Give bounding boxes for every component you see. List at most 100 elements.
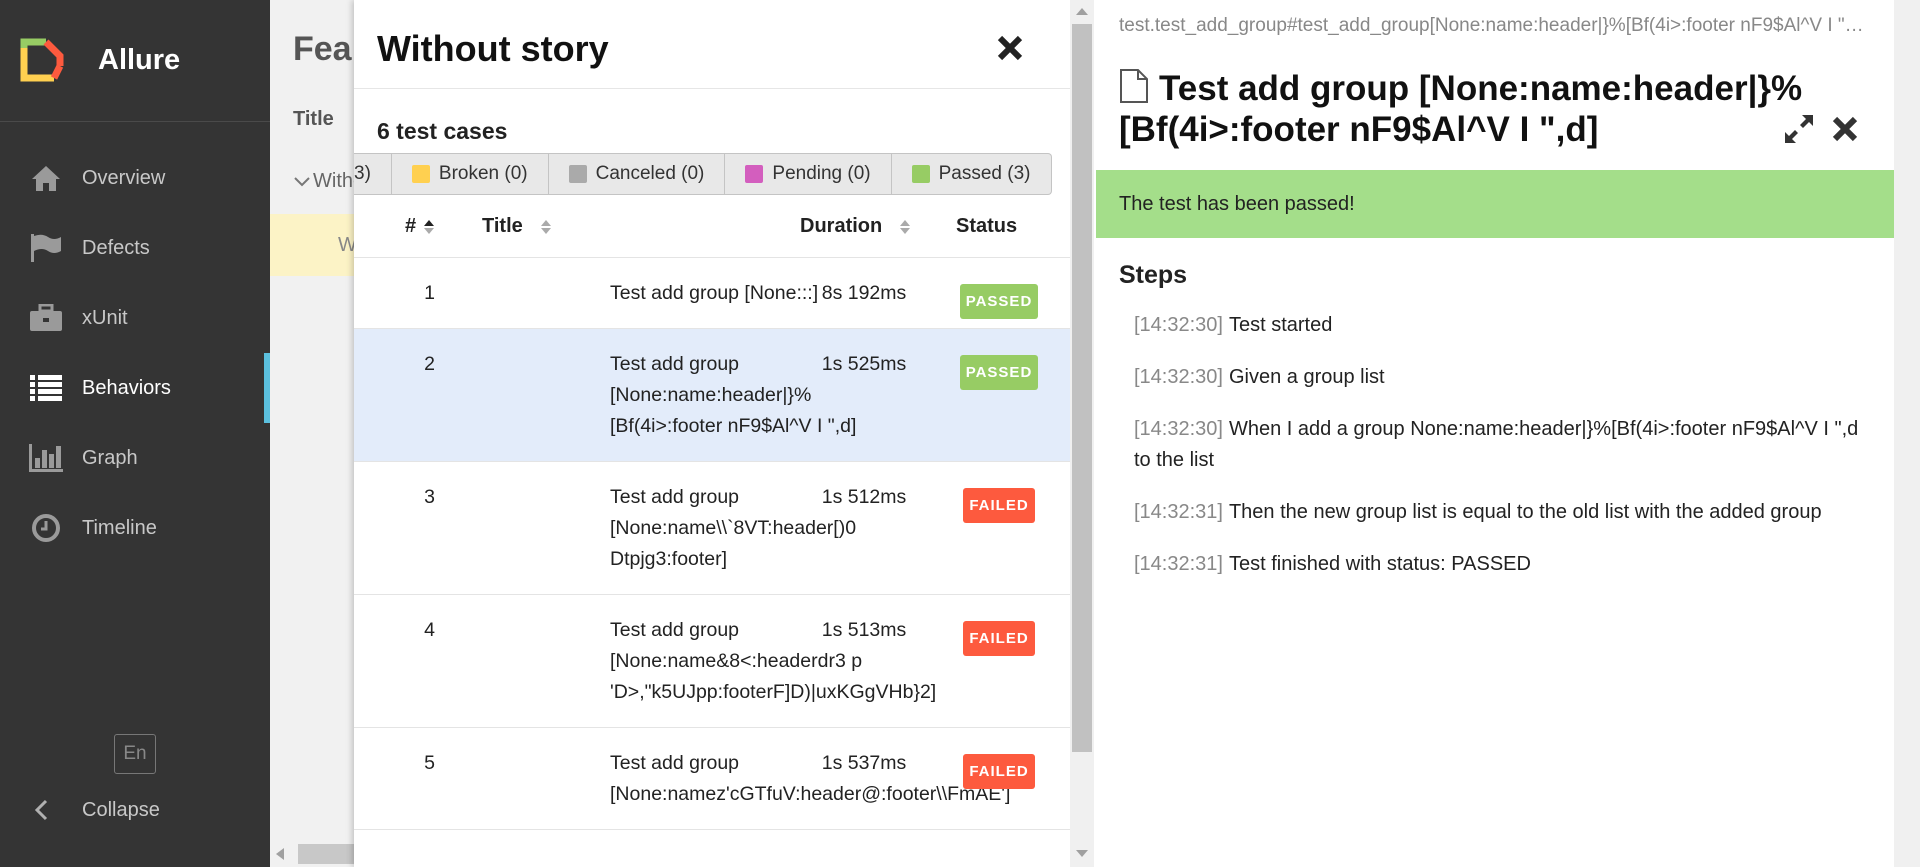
- close-pane-button[interactable]: [992, 30, 1028, 66]
- step-item: [14:32:31] Test finished with status: PAS…: [1134, 549, 1874, 580]
- step-item: [14:32:31] Then the new group list is equ…: [1134, 497, 1874, 528]
- row-duration: 1s 537ms: [821, 752, 907, 774]
- row-number: 2: [424, 353, 435, 375]
- step-text: Test finished with status: PASSED: [1228, 553, 1531, 575]
- row-number: 1: [424, 282, 435, 304]
- row-number: 3: [424, 486, 435, 508]
- table-row[interactable]: 1 Test add group [None:::] 8s 192ms PASS…: [354, 258, 1070, 329]
- briefcase-icon: [29, 301, 63, 335]
- scrollbar-thumb[interactable]: [1072, 24, 1092, 752]
- step-time: [14:32:31]: [1134, 553, 1223, 575]
- sidebar-item-graph[interactable]: Graph: [0, 423, 270, 493]
- collapse-label: Collapse: [82, 798, 160, 821]
- detail-actions: [1782, 112, 1862, 146]
- behaviors-title-column[interactable]: Title: [293, 108, 334, 131]
- clock-icon: [29, 511, 63, 545]
- step-time: [14:32:31]: [1134, 501, 1223, 523]
- sidebar-item-behaviors[interactable]: Behaviors: [0, 353, 270, 423]
- behaviors-group-toggle[interactable]: Witho: [294, 170, 354, 193]
- row-number: 4: [424, 619, 435, 641]
- detail-scrollbar[interactable]: [1894, 0, 1920, 867]
- step-time: [14:32:30]: [1134, 314, 1223, 336]
- close-icon[interactable]: [1828, 112, 1862, 146]
- behaviors-row[interactable]: W: [270, 214, 354, 276]
- filter-broken[interactable]: Broken (0): [390, 154, 548, 194]
- sidebar-item-overview[interactable]: Overview: [0, 143, 270, 213]
- pane-title: Without story: [377, 28, 609, 69]
- sidebar-item-label: Behaviors: [82, 376, 171, 399]
- column-duration[interactable]: Duration: [800, 215, 911, 238]
- bar-chart-icon: [29, 441, 63, 475]
- sidebar-item-xunit[interactable]: xUnit: [0, 283, 270, 353]
- brand-name: Allure: [98, 44, 181, 76]
- test-full-name: test.test_add_group#test_add_group[None:…: [1119, 15, 1865, 36]
- status-badge: FAILED: [952, 754, 1046, 789]
- filter-failed[interactable]: 3): [354, 154, 391, 194]
- status-badge-label: PASSED: [959, 355, 1039, 390]
- row-duration: 1s 525ms: [821, 353, 907, 375]
- table-header: # Title Duration Status: [354, 200, 1070, 258]
- scroll-down-arrow-icon: [1076, 850, 1088, 857]
- passed-swatch-icon: [911, 165, 930, 183]
- horizontal-scrollbar[interactable]: [276, 844, 354, 864]
- scrollbar-thumb[interactable]: [298, 844, 354, 864]
- test-list-scrollbar[interactable]: [1070, 0, 1094, 867]
- sidebar-item-timeline[interactable]: Timeline: [0, 493, 270, 563]
- column-number[interactable]: #: [405, 215, 435, 238]
- sidebar-item-label: Graph: [82, 446, 138, 469]
- filter-label: Pending (0): [772, 163, 871, 184]
- status-badge: PASSED: [952, 355, 1046, 390]
- chevron-down-icon: [294, 177, 310, 187]
- table-row[interactable]: 3 Test add group [None:name\\`8VT:header…: [354, 462, 1070, 595]
- sidebar: Allure Overview Defects xUnit Behaviors: [0, 0, 270, 867]
- row-duration: 1s 512ms: [821, 486, 907, 508]
- divider: [354, 88, 1070, 89]
- language-switch[interactable]: En: [114, 734, 156, 774]
- expand-icon[interactable]: [1782, 112, 1816, 146]
- steps-heading: Steps: [1119, 261, 1188, 289]
- status-badge-label: FAILED: [963, 754, 1035, 789]
- pending-swatch-icon: [745, 165, 764, 183]
- row-duration: 1s 513ms: [821, 619, 907, 641]
- sort-icon: [900, 219, 911, 234]
- step-item: [14:32:30] Test started: [1134, 310, 1874, 341]
- home-icon: [29, 161, 63, 195]
- test-case-count: 6 test cases: [377, 118, 508, 144]
- step-text: Then the new group list is equal to the …: [1228, 501, 1822, 523]
- scroll-up-arrow-icon: [1076, 8, 1088, 15]
- sort-asc-icon: [424, 219, 435, 234]
- brand[interactable]: Allure: [0, 0, 270, 122]
- row-duration: 8s 192ms: [821, 282, 907, 304]
- test-list-pane: Without story 6 test cases 3) Broken (0)…: [354, 0, 1070, 867]
- column-status[interactable]: Status: [956, 215, 1017, 238]
- behaviors-row-label: W: [338, 234, 354, 256]
- column-title[interactable]: Title: [482, 215, 551, 238]
- step-text: Given a group list: [1228, 366, 1385, 388]
- column-status-label: Status: [956, 215, 1018, 237]
- table-row[interactable]: 2 Test add group [None:name:header|}%[Bf…: [354, 329, 1070, 462]
- behaviors-title: Fea: [293, 30, 352, 68]
- step-time: [14:32:30]: [1134, 418, 1223, 440]
- table-row[interactable]: 4 Test add group [None:name&8<:headerdr3…: [354, 595, 1070, 728]
- steps-list: [14:32:30] Test started [14:32:30] Given a…: [1134, 310, 1874, 601]
- table-row[interactable]: 5 Test add group [None:namez'cGTfuV:head…: [354, 728, 1070, 830]
- collapse-button[interactable]: Collapse: [0, 790, 160, 830]
- step-text: When I add a group None:name:header|}%[B…: [1134, 418, 1859, 471]
- status-badge-label: PASSED: [959, 284, 1039, 319]
- filter-canceled[interactable]: Canceled (0): [547, 154, 725, 194]
- status-message: The test has been passed!: [1119, 193, 1355, 215]
- broken-swatch-icon: [411, 165, 430, 183]
- filter-passed[interactable]: Passed (3): [890, 154, 1051, 194]
- sidebar-item-defects[interactable]: Defects: [0, 213, 270, 283]
- column-duration-label: Duration: [800, 215, 883, 237]
- filter-pending[interactable]: Pending (0): [724, 154, 890, 194]
- step-text: Test started: [1228, 314, 1333, 336]
- sort-icon: [540, 219, 551, 234]
- status-badge-label: FAILED: [963, 621, 1035, 656]
- column-title-label: Title: [482, 215, 523, 237]
- step-item: [14:32:30] When I add a group None:name:h…: [1134, 414, 1874, 476]
- status-badge: FAILED: [952, 621, 1046, 656]
- sidebar-item-label: xUnit: [82, 306, 128, 329]
- behaviors-pane: Fea Title Witho W: [270, 0, 354, 867]
- sidebar-item-label: Defects: [82, 236, 150, 259]
